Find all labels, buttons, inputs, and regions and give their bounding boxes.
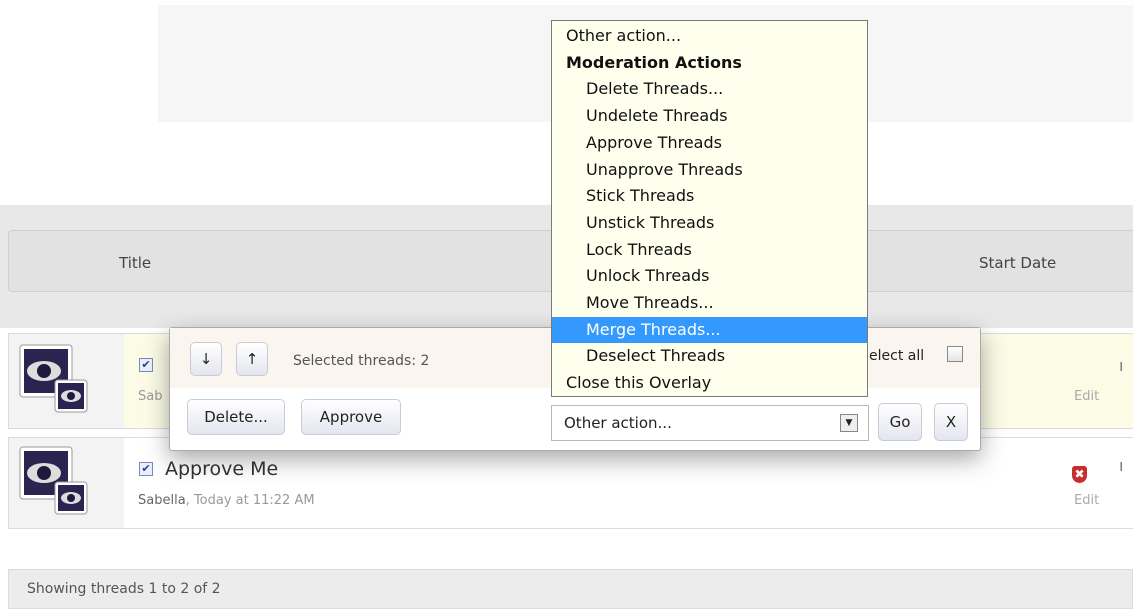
thread-checkbox[interactable]: ✔ — [139, 358, 153, 372]
other-action-select[interactable]: Other action... ▼ — [551, 405, 869, 441]
dropdown-option[interactable]: Unapprove Threads — [552, 157, 867, 183]
dropdown-option[interactable]: Other action... — [552, 23, 867, 49]
go-button[interactable]: Go — [878, 403, 922, 441]
thread-author[interactable]: Sab — [138, 389, 162, 404]
dropdown-option[interactable]: Delete Threads... — [552, 76, 867, 102]
thread-time[interactable]: Today at 11:22 AM — [194, 493, 315, 508]
row-edge-glyph: ı — [1119, 456, 1124, 475]
delete-button[interactable]: Delete... — [187, 399, 285, 435]
edit-link[interactable]: Edit — [1074, 389, 1099, 404]
dropdown-optgroup-label: Moderation Actions — [566, 52, 742, 72]
thread-meta: Sabella, Today at 11:22 AM — [138, 493, 315, 508]
dropdown-option[interactable]: Merge Threads... — [552, 316, 867, 343]
moderation-shield-icon: ✖ — [1072, 466, 1087, 483]
dropdown-option[interactable]: Stick Threads — [552, 183, 867, 209]
dropdown-option[interactable]: Close this Overlay — [552, 370, 867, 396]
close-overlay-button[interactable]: X — [934, 403, 968, 441]
other-action-dropdown-list: Other action... Moderation Actions Delete … — [551, 20, 868, 397]
start-date-column-header[interactable]: Start Date — [979, 254, 1056, 272]
selected-count: Selected threads: 2 — [293, 353, 430, 369]
next-selected-button[interactable]: ↓ — [190, 342, 222, 376]
select-all-checkbox[interactable] — [947, 346, 963, 362]
dropdown-option[interactable]: Deselect Threads — [552, 343, 867, 369]
row-highlight — [124, 438, 1133, 528]
pagination-footer: Showing threads 1 to 2 of 2 — [8, 569, 1133, 609]
approve-button[interactable]: Approve — [301, 399, 401, 435]
dropdown-option[interactable]: Unstick Threads — [552, 210, 867, 236]
dropdown-option[interactable]: Unlock Threads — [552, 263, 867, 289]
thread-checkbox[interactable]: ✔ — [139, 462, 153, 476]
dropdown-option[interactable]: Undelete Threads — [552, 103, 867, 129]
thread-title[interactable]: Approve Me — [165, 458, 278, 480]
thread-author[interactable]: Sabella — [138, 493, 186, 508]
pagination-status: Showing threads 1 to 2 of 2 — [27, 581, 221, 597]
dropdown-option[interactable]: Lock Threads — [552, 237, 867, 263]
chevron-down-icon[interactable]: ▼ — [840, 414, 858, 432]
previous-selected-button[interactable]: ↑ — [236, 342, 268, 376]
dropdown-option[interactable]: Move Threads... — [552, 290, 867, 316]
dropdown-option[interactable]: Approve Threads — [552, 130, 867, 156]
title-column-header[interactable]: Title — [119, 254, 151, 272]
row-edge-glyph: ı — [1119, 356, 1124, 375]
edit-link[interactable]: Edit — [1074, 493, 1099, 508]
avatar[interactable] — [19, 344, 89, 414]
avatar[interactable] — [19, 446, 89, 516]
select-value: Other action... — [564, 414, 672, 432]
select-all-label[interactable]: elect all — [869, 348, 924, 364]
